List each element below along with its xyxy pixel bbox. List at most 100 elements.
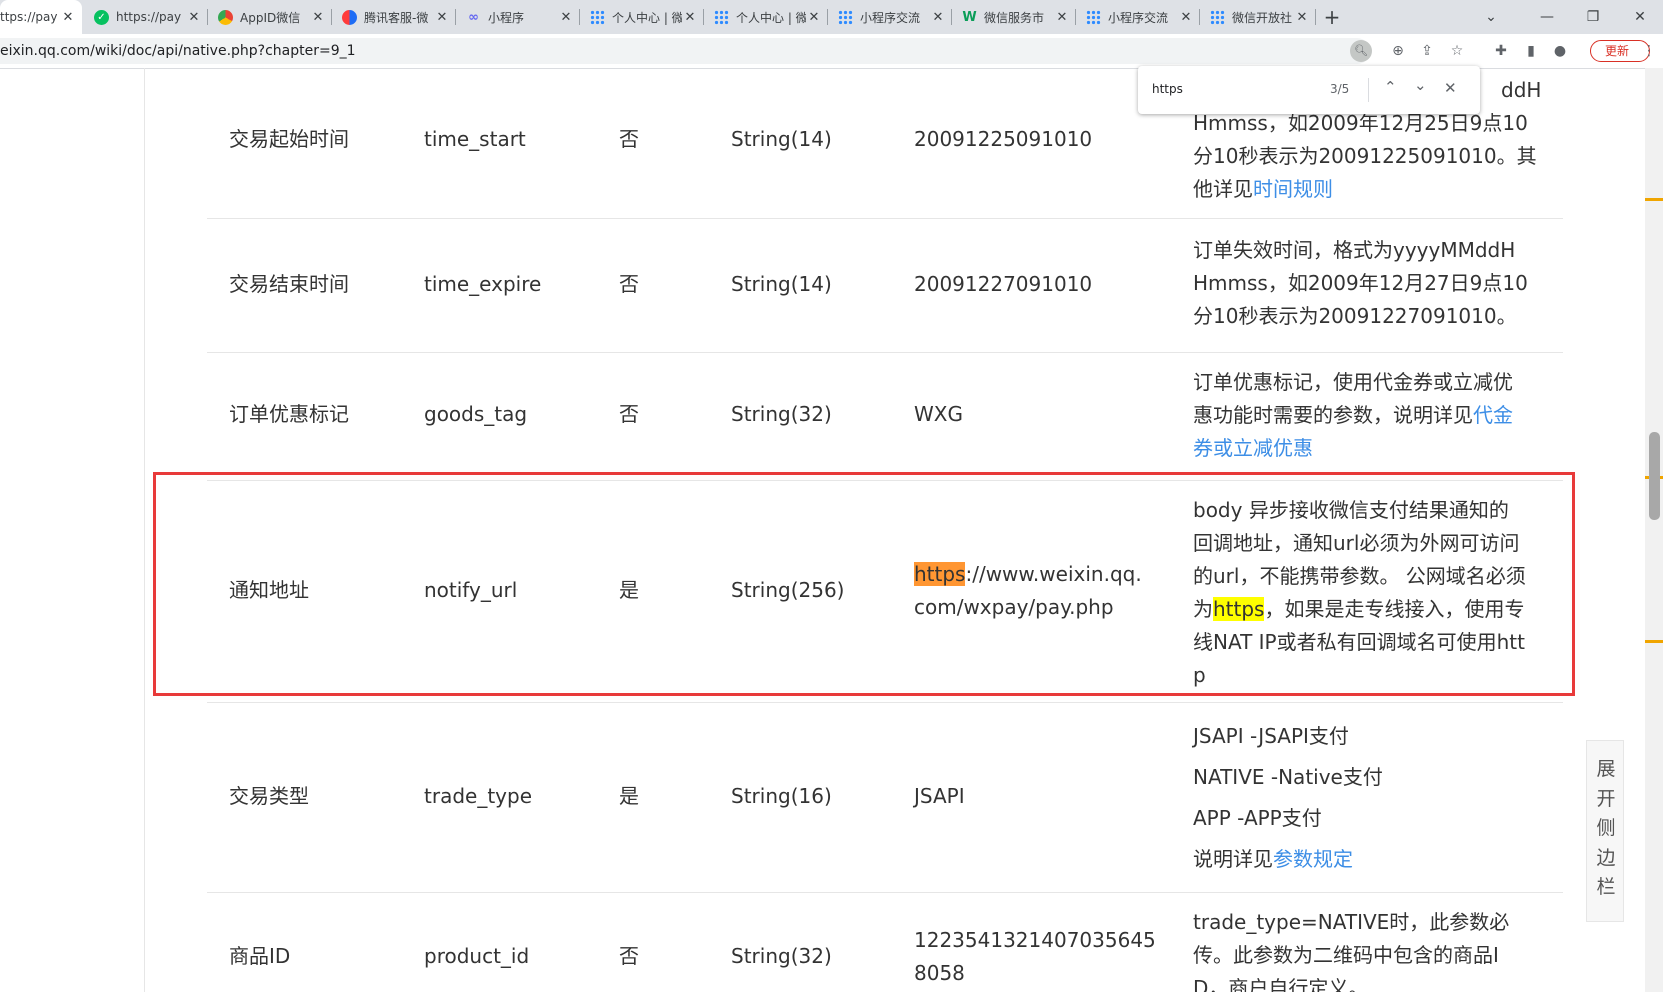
grid-app-icon xyxy=(838,9,853,25)
param-field: trade_type xyxy=(424,784,532,808)
param-type: String(32) xyxy=(731,944,832,968)
grid-app-icon xyxy=(590,9,605,25)
tab-strip: ttps://pay ✕ ✓ https://pay ✕ AppID微信 ✕ 腾… xyxy=(0,0,1663,34)
grid-app-icon xyxy=(714,9,729,25)
param-name: 交易结束时间 xyxy=(229,272,349,296)
wechat-service-icon: W xyxy=(962,9,977,25)
coupon-link[interactable]: 代金 xyxy=(1473,403,1513,427)
param-rules-link[interactable]: 参数规定 xyxy=(1273,847,1353,871)
close-icon[interactable]: ✕ xyxy=(186,10,202,25)
close-icon[interactable]: ✕ xyxy=(1054,10,1070,25)
scrollbar-thumb[interactable] xyxy=(1649,432,1660,520)
tab-6[interactable]: 个人中心 | 微 ✕ xyxy=(704,0,828,34)
wechat-icon: ✓ xyxy=(94,9,109,25)
param-example: WXG xyxy=(914,402,963,426)
param-type: String(14) xyxy=(731,127,832,151)
find-previous-icon[interactable]: ⌃ xyxy=(1384,78,1397,96)
profile-avatar-icon[interactable]: ● xyxy=(1549,40,1571,62)
param-name: 商品ID xyxy=(229,944,291,968)
tab-title: 小程序 xyxy=(488,10,525,25)
miniprogram-icon: ∞ xyxy=(468,9,479,25)
minimize-icon[interactable]: — xyxy=(1524,0,1570,34)
tab-search-icon[interactable]: ⌄ xyxy=(1468,0,1514,34)
tab-4[interactable]: ∞ 小程序 ✕ xyxy=(456,0,580,34)
scroll-match-marker xyxy=(1645,198,1663,201)
tab-1[interactable]: ✓ https://pay ✕ xyxy=(84,0,208,34)
param-description: trade_type=NATIVE时，此参数必 传。此参数为二维码中包含的商品I… xyxy=(1193,910,1510,992)
param-example: JSAPI xyxy=(914,784,965,808)
find-input[interactable]: https xyxy=(1152,82,1312,96)
tab-title: 个人中心 | 微 xyxy=(736,10,806,25)
param-required: 是 xyxy=(619,784,639,808)
param-description: 订单失效时间，格式为yyyyMMddH Hmmss，如2009年12月27日9点… xyxy=(1193,238,1528,328)
tab-title: 小程序交流 xyxy=(860,10,921,25)
param-required: 否 xyxy=(619,944,639,968)
zoom-icon[interactable]: ⊕ xyxy=(1387,40,1409,62)
scroll-match-marker xyxy=(1645,640,1663,643)
close-icon[interactable]: ✕ xyxy=(806,10,822,25)
param-name: 交易起始时间 xyxy=(229,127,349,151)
param-example: 1223541321407035645 8058 xyxy=(914,928,1156,985)
window-close-icon[interactable]: ✕ xyxy=(1617,0,1663,34)
find-next-icon[interactable]: ⌄ xyxy=(1414,76,1427,94)
param-field: goods_tag xyxy=(424,402,528,426)
tab-10[interactable]: 微信开放社 ✕ xyxy=(1200,0,1316,34)
close-icon[interactable]: ✕ xyxy=(1294,10,1310,25)
table-row: 交易类型 trade_type 是 String(16) JSAPI JSAPI… xyxy=(207,702,1563,893)
time-rules-link[interactable]: 时间规则 xyxy=(1253,177,1333,201)
tab-title: 个人中心 | 微 xyxy=(612,10,682,25)
tab-title: 小程序交流 xyxy=(1108,10,1169,25)
browser-toolbar: eixin.qq.com/wiki/doc/api/native.php?cha… xyxy=(0,34,1663,69)
param-type: String(16) xyxy=(731,784,832,808)
find-bar: https 3/5 ⌃ ⌄ ✕ xyxy=(1138,66,1480,114)
tab-8[interactable]: W 微信服务市 ✕ xyxy=(952,0,1076,34)
tab-5[interactable]: 个人中心 | 微 ✕ xyxy=(580,0,704,34)
close-icon[interactable]: ✕ xyxy=(60,10,76,25)
tab-0[interactable]: ttps://pay ✕ xyxy=(0,0,82,34)
side-panel-icon[interactable]: ▮ xyxy=(1520,40,1542,62)
menu-kebab-icon[interactable]: ⋮ xyxy=(1638,40,1660,62)
find-in-page-icon[interactable]: 🔍︎ xyxy=(1350,40,1372,62)
table-row: 商品ID product_id 否 String(32) 12235413214… xyxy=(207,892,1563,992)
param-field: product_id xyxy=(424,944,530,968)
tab-2[interactable]: AppID微信 ✕ xyxy=(208,0,332,34)
tab-3[interactable]: 腾讯客服-微 ✕ xyxy=(332,0,456,34)
coupon-link[interactable]: 券或立减优惠 xyxy=(1193,436,1313,460)
find-close-icon[interactable]: ✕ xyxy=(1444,79,1457,97)
param-example: 20091227091010 xyxy=(914,272,1093,296)
bookmark-star-icon[interactable]: ☆ xyxy=(1446,40,1468,62)
close-icon[interactable]: ✕ xyxy=(682,10,698,25)
new-tab-button[interactable]: + xyxy=(1318,3,1346,31)
param-field: time_expire xyxy=(424,272,542,296)
share-icon[interactable]: ⇪ xyxy=(1416,40,1438,62)
close-icon[interactable]: ✕ xyxy=(434,10,450,25)
close-icon[interactable]: ✕ xyxy=(310,10,326,25)
param-name: 交易类型 xyxy=(229,784,309,808)
tencent-icon xyxy=(342,9,357,25)
tab-9[interactable]: 小程序交流 ✕ xyxy=(1076,0,1200,34)
restore-icon[interactable]: ❐ xyxy=(1570,0,1616,34)
param-required: 否 xyxy=(619,402,639,426)
address-bar[interactable]: eixin.qq.com/wiki/doc/api/native.php?cha… xyxy=(0,38,1370,64)
param-description: JSAPI -JSAPI支付 NATIVE -Native支付 APP -APP… xyxy=(1193,724,1383,871)
table-row: 交易结束时间 time_expire 否 String(14) 20091227… xyxy=(207,218,1563,353)
find-match-count: 3/5 xyxy=(1330,82,1350,96)
tab-title: 微信开放社 xyxy=(1232,10,1293,25)
close-icon[interactable]: ✕ xyxy=(930,10,946,25)
tab-title: ttps://pay xyxy=(0,10,58,24)
param-required: 否 xyxy=(619,127,639,151)
expand-sidebar-button[interactable]: 展 开 侧 边 栏 xyxy=(1586,740,1624,922)
tab-7[interactable]: 小程序交流 ✕ xyxy=(828,0,952,34)
tab-title: AppID微信 xyxy=(240,10,301,25)
highlight-box xyxy=(153,472,1575,696)
scrollbar-track[interactable] xyxy=(1645,68,1663,992)
param-field: time_start xyxy=(424,127,526,151)
table-row: 订单优惠标记 goods_tag 否 String(32) WXG 订单优惠标记… xyxy=(207,352,1563,481)
close-icon[interactable]: ✕ xyxy=(1178,10,1194,25)
tab-title: 腾讯客服-微 xyxy=(364,10,429,25)
close-icon[interactable]: ✕ xyxy=(558,10,574,25)
param-example: 20091225091010 xyxy=(914,127,1093,151)
param-description: 订单优惠标记，使用代金券或立减优 惠功能时需要的参数，说明详见代金 券或立减优惠 xyxy=(1193,370,1513,460)
extensions-icon[interactable]: ✚ xyxy=(1490,40,1512,62)
grid-app-icon xyxy=(1210,9,1225,25)
